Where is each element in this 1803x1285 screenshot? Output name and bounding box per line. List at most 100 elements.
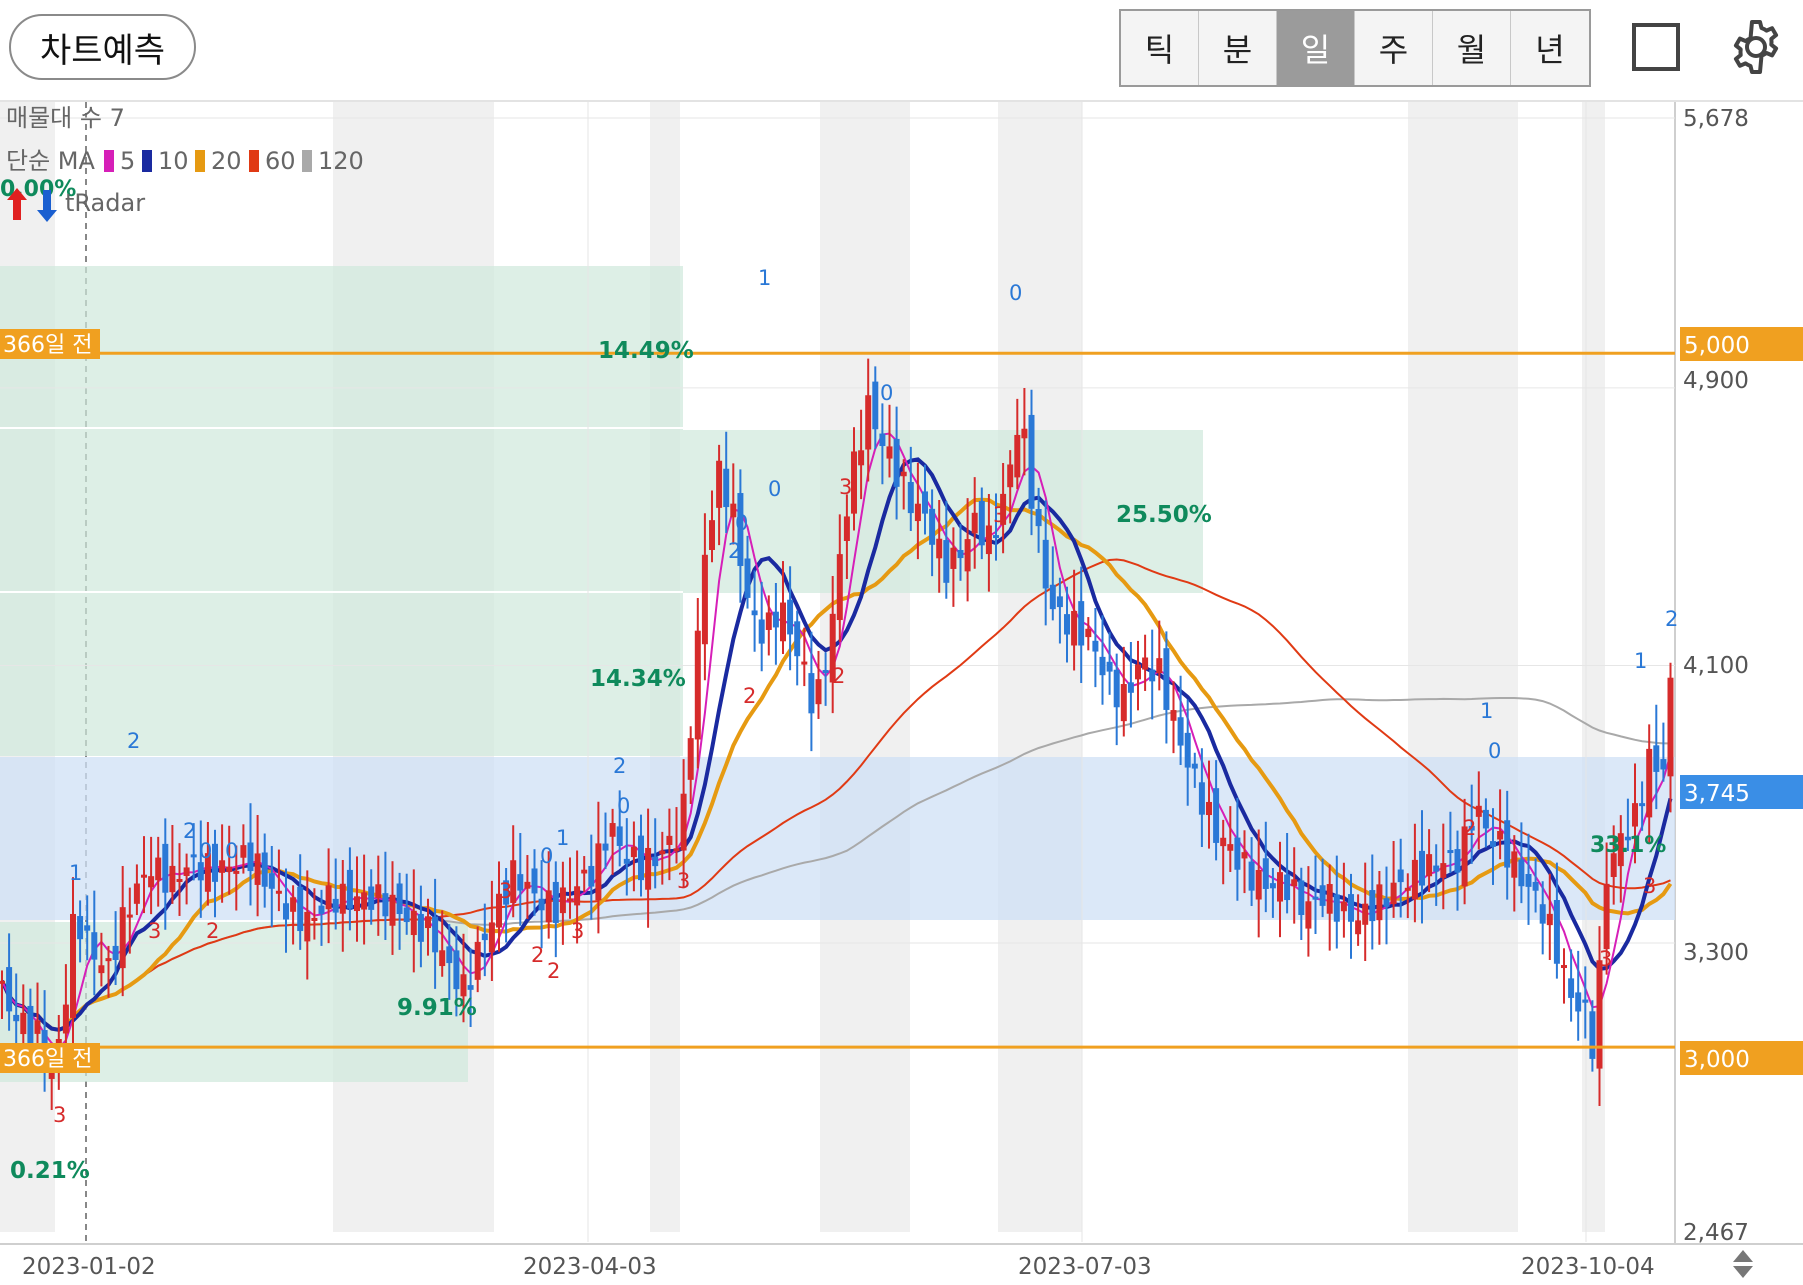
ref-value-text: 5,000	[1684, 333, 1750, 359]
candle-body	[1575, 992, 1582, 1012]
candle-body	[645, 847, 652, 890]
candle-body	[1220, 837, 1227, 847]
period-minute-button[interactable]: 분	[1199, 11, 1277, 85]
candle-body	[311, 917, 318, 921]
scroll-arrows-icon[interactable]	[1733, 1250, 1753, 1278]
gear-icon[interactable]	[1726, 17, 1786, 77]
candle-body	[1525, 874, 1532, 887]
candle-body	[1546, 913, 1553, 926]
y-tick-label: 5,678	[1683, 106, 1749, 132]
top-toolbar: 차트예측 틱 분 일 주 월 년	[0, 0, 1803, 102]
week-shade	[998, 102, 1082, 1232]
candle-body	[581, 869, 588, 874]
candle-body	[623, 858, 630, 864]
ma-legend-title: 단순 MA	[6, 147, 95, 175]
signal-mark: 1	[1480, 699, 1493, 723]
candle-body	[1340, 901, 1347, 912]
period-week-button[interactable]: 주	[1355, 11, 1433, 85]
square-icon[interactable]	[1632, 23, 1680, 71]
candle-body	[98, 965, 105, 974]
candle-body	[1518, 859, 1525, 887]
candle-body	[1213, 788, 1220, 843]
candle-body	[62, 1004, 69, 1034]
candle-body	[240, 845, 247, 858]
candle-body	[609, 823, 616, 837]
candle-body	[545, 890, 552, 923]
candle-body	[1390, 882, 1397, 905]
candle-body	[1127, 682, 1134, 693]
candle-body	[1582, 999, 1589, 1003]
candle-body	[261, 852, 268, 887]
candle-body	[1042, 539, 1049, 589]
candle-body	[943, 540, 950, 583]
signal-mark: 0	[768, 477, 781, 501]
candle-body	[1007, 464, 1014, 488]
candle-body	[354, 896, 360, 912]
candle-body	[1092, 640, 1099, 652]
candle-body	[815, 679, 822, 705]
signal-mark: 0	[540, 844, 553, 868]
candle-body	[1369, 890, 1376, 922]
candle-body	[27, 1005, 34, 1045]
candle-body	[1170, 710, 1177, 721]
candle-body	[1397, 869, 1404, 883]
period-year-button[interactable]: 년	[1511, 11, 1589, 85]
candle-body	[1177, 717, 1184, 746]
candle-body	[183, 867, 190, 876]
chart-area[interactable]: 1220010020020011012332322332233233 매물대 수…	[0, 102, 1803, 1281]
candle-body	[410, 910, 417, 936]
signal-mark: 2	[547, 959, 560, 983]
candle-body	[659, 850, 666, 855]
candle-body	[34, 1020, 41, 1034]
candle-body	[1191, 763, 1198, 769]
candle-body	[1035, 508, 1042, 527]
candle-body	[169, 865, 176, 893]
price-chart[interactable]: 1220 01002002001101233 2322332233233 매물대 수…	[0, 102, 1803, 1281]
candle-body	[808, 673, 815, 714]
candle-body	[297, 886, 304, 932]
candle-body	[389, 894, 396, 926]
signal-mark: 2	[1665, 607, 1678, 631]
signal-mark: 1	[69, 861, 82, 885]
candle-body	[190, 854, 197, 858]
candle-body	[417, 913, 424, 942]
ma20-label: 20	[211, 147, 242, 175]
candle-body	[709, 520, 715, 550]
volume-profile-label: 매물대 수 7	[6, 104, 125, 132]
period-month-button[interactable]: 월	[1433, 11, 1511, 85]
period-tick-button[interactable]: 틱	[1121, 11, 1199, 85]
candle-body	[1419, 850, 1425, 886]
candle-body	[325, 885, 332, 910]
candle-body	[446, 946, 453, 964]
ref-line-tag-text: 366일 전	[3, 333, 92, 358]
chart-predict-button[interactable]: 차트예측	[9, 14, 196, 80]
candle-body	[595, 843, 602, 901]
candle-body	[1511, 851, 1518, 878]
candle-body	[602, 843, 609, 851]
candle-body	[70, 913, 76, 1018]
signal-mark: 3	[53, 1103, 66, 1127]
candle-body	[567, 898, 573, 902]
candle-body	[1227, 844, 1234, 851]
candle-body	[531, 868, 538, 894]
candle-body	[638, 835, 644, 881]
signal-mark: 1	[556, 826, 569, 850]
candle-body	[1333, 894, 1340, 922]
candle-body	[375, 884, 382, 899]
radar-label: tRadar	[65, 189, 145, 217]
period-day-button[interactable]: 일	[1277, 11, 1355, 85]
signal-mark: 3	[571, 919, 584, 943]
candle-body	[1120, 684, 1127, 722]
signal-mark: 2	[613, 754, 626, 778]
candle-body	[1376, 884, 1383, 921]
signal-mark: 1	[758, 266, 771, 290]
candle-body	[765, 612, 772, 630]
candle-body	[1184, 732, 1191, 768]
candle-body	[1355, 920, 1362, 935]
current-price-text: 3,745	[1684, 781, 1750, 807]
candle-body	[886, 446, 893, 459]
candle-body	[1319, 885, 1326, 906]
candle-body	[1135, 664, 1141, 680]
pct-label: 14.34%	[590, 666, 686, 692]
signal-mark: 2	[183, 819, 196, 843]
